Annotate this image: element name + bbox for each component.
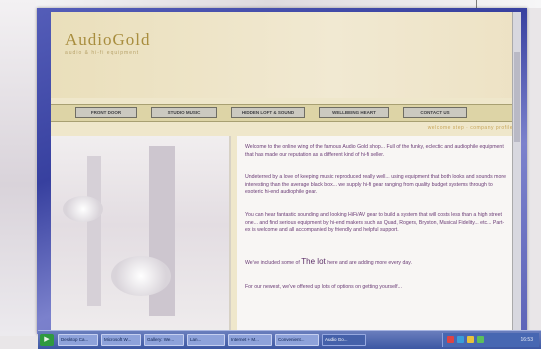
hero-image bbox=[51, 136, 229, 334]
page-scrollbar[interactable] bbox=[512, 12, 521, 334]
site-header: AudioGold audio & hi-fi equipment bbox=[51, 12, 521, 98]
nav-hidden-loft-sound[interactable]: HIDDEN LOFT & SOUND bbox=[231, 107, 305, 118]
taskbar-item[interactable]: Internet + M... bbox=[228, 334, 272, 346]
more-paragraph: For our newest, we've offered up lots of… bbox=[245, 284, 402, 290]
web-page: AudioGold audio & hi-fi equipment FRONT … bbox=[51, 12, 521, 334]
catalog-emphasis[interactable]: The lot bbox=[301, 257, 325, 266]
system-tray: 16:53 bbox=[442, 333, 539, 347]
taskbar-item[interactable]: Gallery: We... bbox=[144, 334, 184, 346]
start-button[interactable]: ▶ bbox=[40, 334, 54, 346]
nav-wellbeing-heart[interactable]: WELLBEING HEART bbox=[319, 107, 389, 118]
hero-turntable-disc bbox=[111, 256, 171, 296]
tray-alert-icon[interactable] bbox=[447, 336, 454, 343]
taskbar-item-active[interactable]: Audio Go... bbox=[322, 334, 366, 346]
site-logo[interactable]: AudioGold bbox=[65, 30, 151, 50]
taskbar-item[interactable]: Convenient... bbox=[275, 334, 319, 346]
welcome-content: Welcome to the online wing of the famous… bbox=[237, 136, 517, 334]
nav-front-door[interactable]: FRONT DOOR bbox=[75, 107, 137, 118]
catalog-text-before: We've included some of bbox=[245, 260, 300, 266]
nav-contact-us[interactable]: CONTACT US bbox=[403, 107, 467, 118]
site-tagline: audio & hi-fi equipment bbox=[65, 50, 140, 56]
welcome-paragraph: Welcome to the online wing of the famous… bbox=[245, 144, 504, 158]
about-paragraph: Undeterred by a love of keeping music re… bbox=[245, 174, 506, 196]
photo-edge-left bbox=[0, 0, 36, 336]
taskbar-clock: 16:53 bbox=[520, 337, 533, 343]
brands-paragraph: You can hear fantastic sounding and look… bbox=[245, 212, 505, 234]
photo-edge-top bbox=[0, 0, 541, 8]
browser-window: AudioGold audio & hi-fi equipment FRONT … bbox=[37, 8, 527, 334]
breadcrumb: welcome step · company profile bbox=[427, 125, 513, 131]
nav-bar: FRONT DOOR STUDIO MUSIC HIDDEN LOFT & SO… bbox=[51, 104, 521, 122]
catalog-paragraph: We've included some of The lot here and … bbox=[245, 258, 507, 268]
taskbar-item[interactable]: Microsoft W... bbox=[101, 334, 141, 346]
tray-app-icon[interactable] bbox=[477, 336, 484, 343]
hero-speaker-disc bbox=[63, 196, 103, 222]
taskbar-item[interactable]: Desktop Ca... bbox=[58, 334, 98, 346]
taskbar-item[interactable]: Lan... bbox=[187, 334, 225, 346]
taskbar: ▶ Desktop Ca... Microsoft W... Gallery: … bbox=[38, 330, 541, 349]
nav-studio-music[interactable]: STUDIO MUSIC bbox=[151, 107, 217, 118]
hero-divider bbox=[229, 136, 231, 334]
scroll-thumb[interactable] bbox=[514, 52, 520, 142]
tray-network-icon[interactable] bbox=[457, 336, 464, 343]
hero-column-left bbox=[87, 156, 101, 306]
catalog-text-after: here and are adding more every day. bbox=[327, 260, 412, 266]
tray-volume-icon[interactable] bbox=[467, 336, 474, 343]
